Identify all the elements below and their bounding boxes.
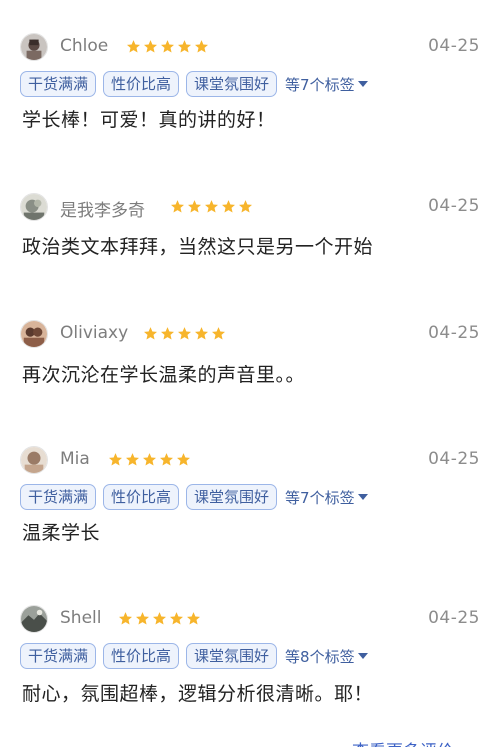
star-icon xyxy=(239,200,252,213)
tag-chip[interactable]: 课堂氛围好 xyxy=(186,643,278,669)
tag-list: 干货满满 性价比高 课堂氛围好 等8个标签 xyxy=(20,643,368,669)
review-header: Oliviaxy 04-25 xyxy=(20,320,480,350)
tag-chip[interactable]: 性价比高 xyxy=(103,71,180,97)
review-date: 04-25 xyxy=(428,36,480,56)
review-date: 04-25 xyxy=(428,449,480,469)
avatar[interactable] xyxy=(20,605,48,633)
review-text: 再次沉沦在学长温柔的声音里。。 xyxy=(22,364,306,386)
reviewer-name[interactable]: 是我李多奇 xyxy=(60,196,145,221)
more-tags-label: 等8个标签 xyxy=(285,647,355,666)
reviewer-name[interactable]: Mia xyxy=(60,449,90,469)
more-tags-toggle[interactable]: 等7个标签 xyxy=(285,74,368,95)
caret-down-icon xyxy=(357,494,368,500)
star-icon xyxy=(119,612,132,625)
star-icon xyxy=(153,612,166,625)
star-icon xyxy=(170,612,183,625)
star-icon xyxy=(187,612,200,625)
tag-list: 干货满满 性价比高 课堂氛围好 等7个标签 xyxy=(20,484,368,510)
tag-chip[interactable]: 干货满满 xyxy=(20,643,97,669)
tag-chip[interactable]: 干货满满 xyxy=(20,71,97,97)
star-icon xyxy=(160,453,173,466)
review-date: 04-25 xyxy=(428,323,480,343)
more-tags-label: 等7个标签 xyxy=(285,75,355,94)
more-tags-label: 等7个标签 xyxy=(285,488,355,507)
star-icon xyxy=(144,327,157,340)
star-icon xyxy=(161,40,174,53)
tag-chip[interactable]: 性价比高 xyxy=(103,484,180,510)
review-header: Shell 04-25 xyxy=(20,605,480,635)
avatar[interactable] xyxy=(20,320,48,348)
review-text: 政治类文本拜拜，当然这只是另一个开始 xyxy=(22,236,374,258)
caret-down-icon xyxy=(357,653,368,659)
rating-stars xyxy=(143,326,226,341)
star-icon xyxy=(212,327,225,340)
review-text: 温柔学长 xyxy=(22,522,101,544)
star-icon xyxy=(126,453,139,466)
reviews-page: Chloe 04-25 干货满满 性价比高 课堂氛围好 等7个标签 学长棒！可爱… xyxy=(0,0,500,747)
reviewer-name[interactable]: Shell xyxy=(60,608,101,628)
star-icon xyxy=(109,453,122,466)
more-tags-toggle[interactable]: 等7个标签 xyxy=(285,487,368,508)
reviewer-name[interactable]: Oliviaxy xyxy=(60,323,128,343)
rating-stars xyxy=(170,199,253,214)
star-icon xyxy=(143,453,156,466)
star-icon xyxy=(178,327,191,340)
star-icon xyxy=(195,327,208,340)
review-text: 耐心，氛围超棒，逻辑分析很清晰。耶！ xyxy=(22,683,374,705)
avatar[interactable] xyxy=(20,446,48,474)
star-icon xyxy=(188,200,201,213)
review-header: Chloe 04-25 xyxy=(20,33,480,63)
rating-stars xyxy=(108,452,191,467)
tag-chip[interactable]: 课堂氛围好 xyxy=(186,484,278,510)
tag-chip[interactable]: 课堂氛围好 xyxy=(186,71,278,97)
review-date: 04-25 xyxy=(428,608,480,628)
rating-stars xyxy=(126,39,209,54)
review-text: 学长棒！可爱！真的讲的好！ xyxy=(22,109,276,131)
review-header: Mia 04-25 xyxy=(20,446,480,476)
star-icon xyxy=(205,200,218,213)
star-icon xyxy=(144,40,157,53)
star-icon xyxy=(161,327,174,340)
star-icon xyxy=(136,612,149,625)
star-icon xyxy=(178,40,191,53)
rating-stars xyxy=(118,611,201,626)
star-icon xyxy=(177,453,190,466)
more-tags-toggle[interactable]: 等8个标签 xyxy=(285,646,368,667)
review-date: 04-25 xyxy=(428,196,480,216)
caret-down-icon xyxy=(357,81,368,87)
star-icon xyxy=(222,200,235,213)
review-header: 是我李多奇 04-25 xyxy=(20,193,480,223)
star-icon xyxy=(127,40,140,53)
more-reviews-link[interactable]: 查看更多评价 xyxy=(352,737,454,747)
star-icon xyxy=(195,40,208,53)
star-icon xyxy=(171,200,184,213)
reviewer-name[interactable]: Chloe xyxy=(60,36,108,56)
avatar[interactable] xyxy=(20,193,48,221)
tag-chip[interactable]: 干货满满 xyxy=(20,484,97,510)
avatar[interactable] xyxy=(20,33,48,61)
tag-list: 干货满满 性价比高 课堂氛围好 等7个标签 xyxy=(20,71,368,97)
tag-chip[interactable]: 性价比高 xyxy=(103,643,180,669)
